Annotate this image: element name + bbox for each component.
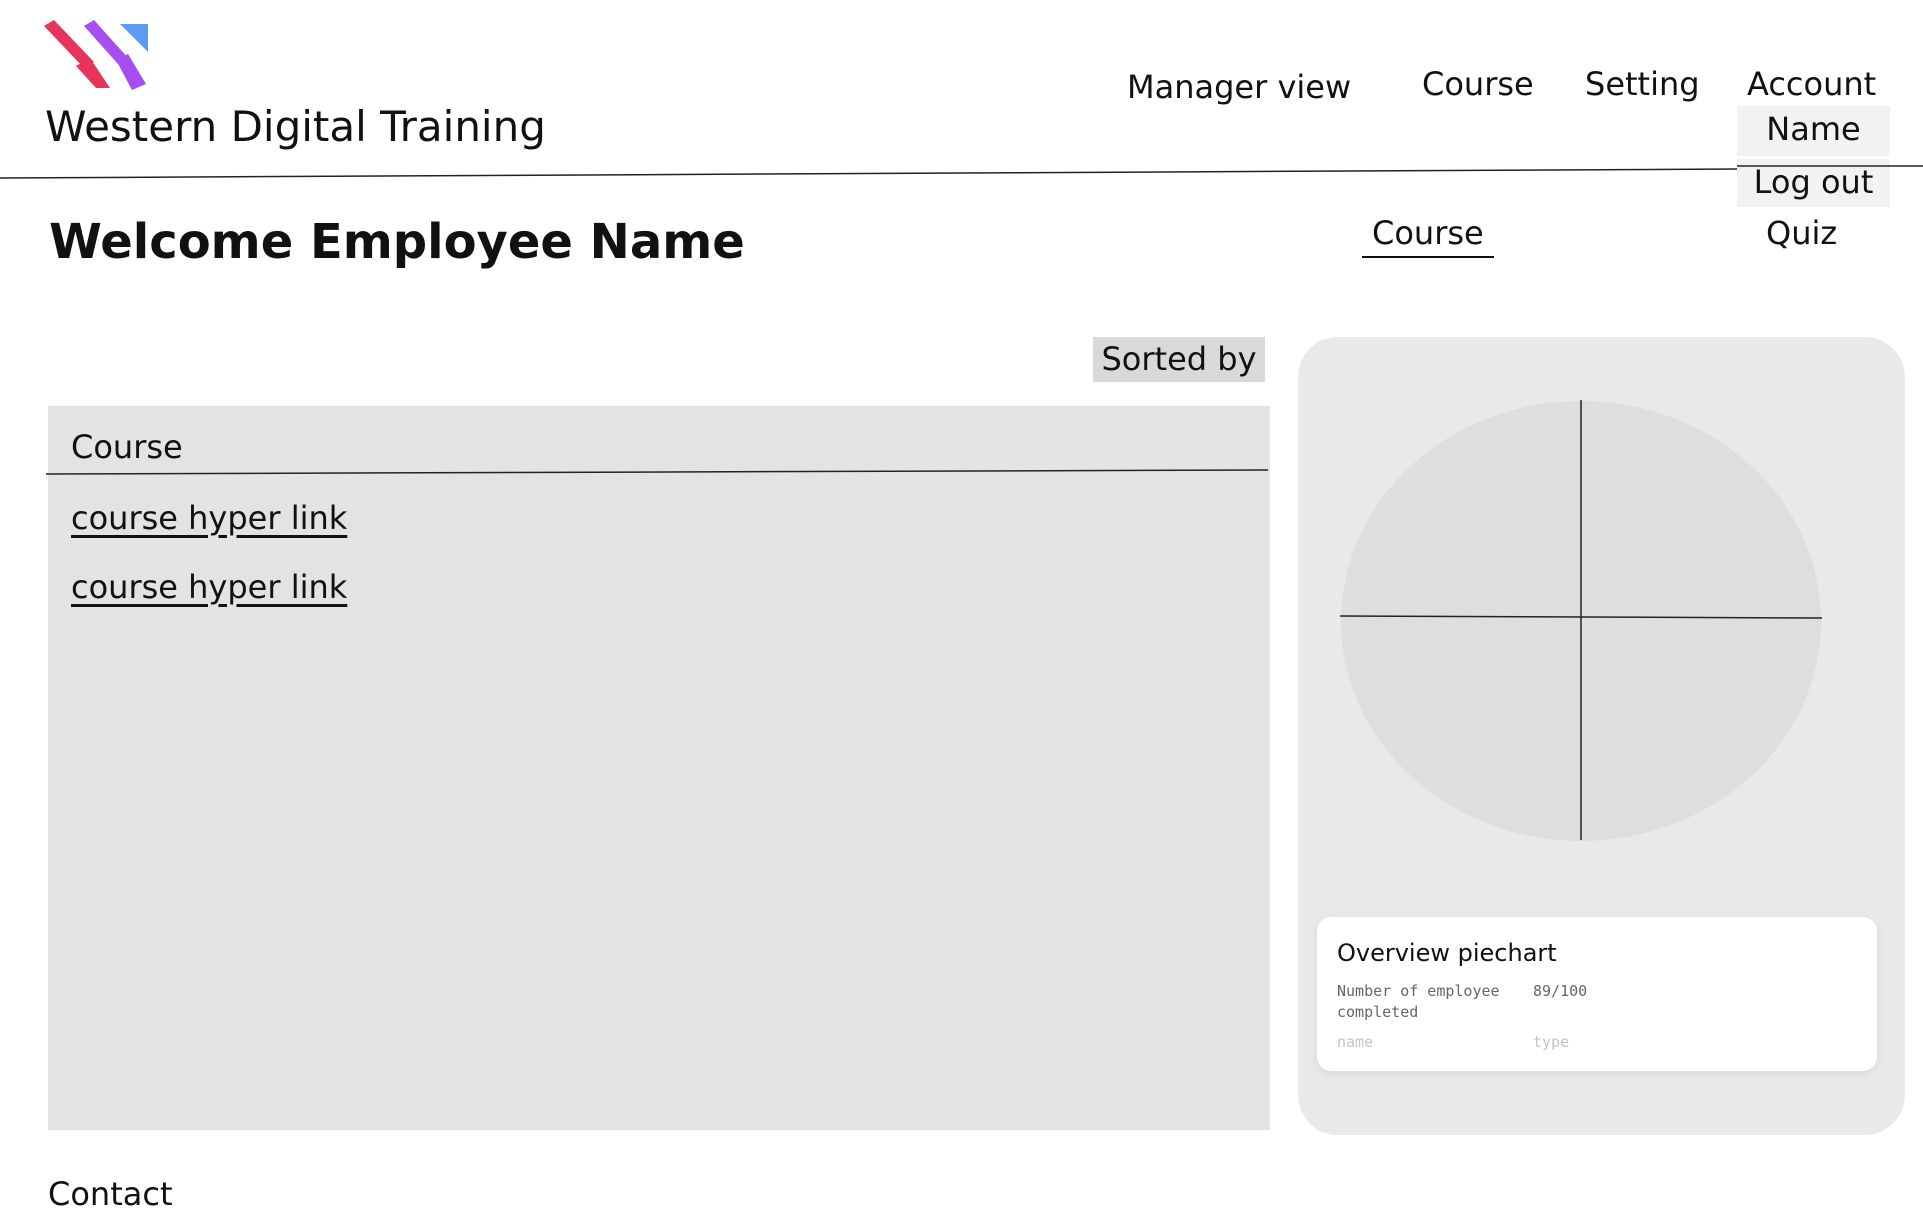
course-header-divider (46, 469, 1268, 475)
course-link[interactable]: course hyper link (71, 568, 347, 606)
stat-label: Number of employee completed (1337, 981, 1500, 1023)
tab-course[interactable]: Course (1362, 214, 1494, 258)
stat-label-line2: completed (1337, 1003, 1419, 1021)
stat-value: 89/100 (1533, 982, 1588, 1000)
course-link[interactable]: course hyper link (71, 499, 347, 537)
sorted-by-button[interactable]: Sorted by (1093, 337, 1265, 382)
brand-title: Western Digital Training (45, 102, 546, 151)
tab-quiz[interactable]: Quiz (1766, 214, 1837, 252)
course-column-header: Course (71, 428, 183, 466)
overview-pie-chart (1339, 400, 1823, 841)
placeholder-type: type (1533, 1033, 1570, 1051)
contact-link[interactable]: Contact (48, 1175, 173, 1213)
western-digital-training-logo (44, 20, 148, 90)
nav-setting[interactable]: Setting (1585, 65, 1700, 103)
placeholder-name: name (1337, 1033, 1374, 1051)
header-divider (0, 165, 1923, 179)
chart-card-title: Overview piechart (1337, 939, 1557, 967)
nav-account[interactable]: Account (1747, 65, 1876, 103)
nav-manager-view[interactable]: Manager view (1127, 68, 1351, 106)
account-menu-name[interactable]: Name (1737, 106, 1890, 156)
welcome-heading: Welcome Employee Name (49, 214, 745, 270)
nav-course[interactable]: Course (1422, 65, 1534, 103)
stat-label-line1: Number of employee (1337, 982, 1500, 1000)
